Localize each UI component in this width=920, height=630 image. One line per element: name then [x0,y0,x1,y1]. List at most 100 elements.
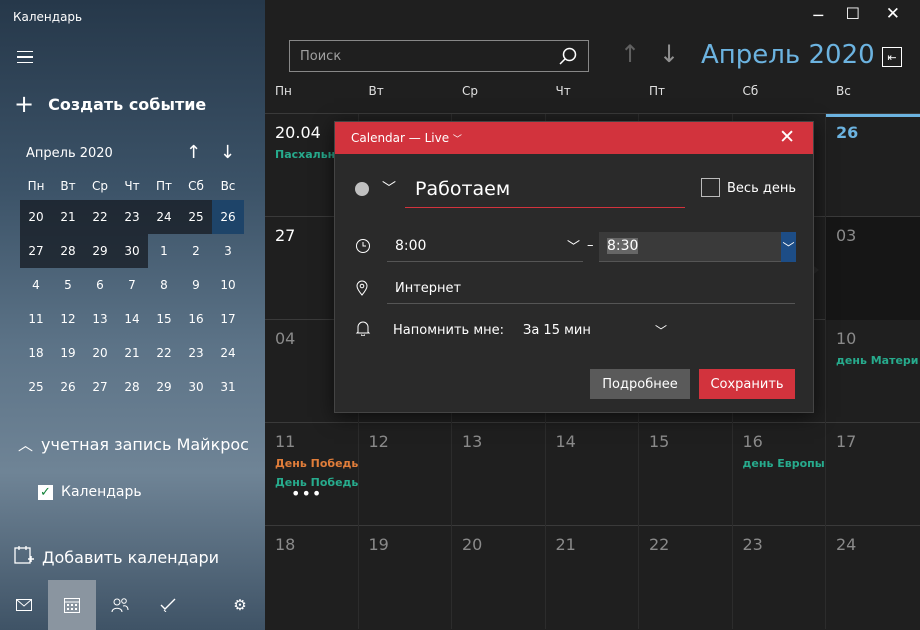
day-cell[interactable]: 26 [826,114,920,217]
chevron-down-icon[interactable]: ﹀ [781,232,796,262]
calendar-toggle[interactable]: ✓ Календарь [38,484,142,500]
day-cell[interactable]: 23 [733,526,826,629]
chevron-down-icon[interactable]: ﹀ [567,236,580,255]
day-cell[interactable]: 12 [359,423,452,526]
day-cell[interactable]: 16 день Европы [733,423,826,526]
mini-calendar-day[interactable]: 12 [52,302,84,336]
day-cell[interactable]: 15 [639,423,733,526]
todo-icon[interactable] [144,580,192,630]
mini-calendar-day[interactable]: 21 [52,200,84,234]
mini-calendar-day[interactable]: 25 [20,370,52,404]
search-icon[interactable] [558,46,578,71]
account-section-header[interactable]: ︿ учетная запись Майкрософт [18,434,248,455]
day-cell[interactable]: 18 [265,526,359,629]
mini-calendar-day[interactable]: 31 [212,370,244,404]
mini-calendar-day[interactable]: 26 [212,200,244,234]
month-title[interactable]: Апрель 2020 [701,40,875,70]
day-cell[interactable]: 13 [452,423,546,526]
mini-calendar-day[interactable]: 28 [52,234,84,268]
mini-calendar-day[interactable]: 18 [20,336,52,370]
mini-calendar-day[interactable]: 17 [212,302,244,336]
mini-calendar-day[interactable]: 23 [180,336,212,370]
mini-calendar-prev-arrow-up-icon[interactable]: ↑ [186,142,201,163]
mini-calendar-day[interactable]: 5 [52,268,84,302]
mini-calendar-day[interactable]: 7 [116,268,148,302]
mini-calendar-title[interactable]: Апрель 2020 [26,146,113,161]
all-day-checkbox[interactable] [701,178,720,197]
people-icon[interactable] [96,580,144,630]
mini-calendar-day[interactable]: 27 [20,234,52,268]
mini-calendar-day[interactable]: 11 [20,302,52,336]
event-item[interactable]: день Матери [836,354,920,367]
day-cell[interactable]: 17 [826,423,920,526]
chevron-down-icon[interactable]: ﹀ [655,322,667,339]
next-month-arrow-down-icon[interactable]: ↓ [659,40,679,68]
checkbox-icon[interactable]: ✓ [38,484,53,500]
event-item[interactable]: день Европы [743,457,826,470]
reminder-select[interactable]: За 15 мин [523,323,591,338]
today-icon[interactable]: ⇤ [882,47,902,67]
search-input[interactable]: Поиск [289,40,589,72]
mini-calendar-day[interactable]: 2 [180,234,212,268]
mini-calendar-day[interactable]: 27 [84,370,116,404]
mini-calendar-day[interactable]: 9 [180,268,212,302]
popup-header[interactable]: Calendar — Live ﹀ ✕ [335,122,813,154]
mini-calendar-day[interactable]: 16 [180,302,212,336]
start-time-select[interactable]: 8:00 [387,232,583,262]
mini-calendar-day[interactable]: 24 [148,200,180,234]
close-icon[interactable]: ✕ [779,126,795,148]
event-title-input[interactable]: Работаем [405,172,685,208]
day-cell[interactable]: 11 День Победы День Победы ••• [265,423,359,526]
close-window-button[interactable]: ✕ [886,4,900,24]
mini-calendar-day[interactable]: 21 [116,336,148,370]
mini-calendar-day[interactable]: 15 [148,302,180,336]
mini-calendar-day[interactable]: 20 [20,200,52,234]
mini-calendar-day[interactable]: 14 [116,302,148,336]
mini-calendar-day[interactable]: 26 [52,370,84,404]
circle-icon[interactable] [355,182,369,196]
mini-calendar-day[interactable]: 19 [52,336,84,370]
mini-calendar-day[interactable]: 13 [84,302,116,336]
day-cell[interactable]: 24 [826,526,920,629]
mini-calendar-day[interactable]: 8 [148,268,180,302]
event-item[interactable]: День Победы [275,457,358,470]
day-cell[interactable]: 22 [639,526,733,629]
end-time-select[interactable]: 8:30 [599,232,795,262]
mini-calendar-day[interactable]: 29 [148,370,180,404]
mini-calendar-day[interactable]: 30 [116,234,148,268]
location-input[interactable]: Интернет [387,274,795,304]
mini-calendar-day[interactable]: 20 [84,336,116,370]
mini-calendar-day[interactable]: 6 [84,268,116,302]
maximize-button[interactable]: ☐ [846,4,860,23]
day-cell[interactable]: 19 [359,526,452,629]
add-calendars-button[interactable]: Добавить календари [14,545,219,569]
minimize-button[interactable]: ─ [813,6,823,25]
mini-calendar-day[interactable]: 4 [20,268,52,302]
mini-calendar-next-arrow-down-icon[interactable]: ↓ [220,142,235,163]
calendar-icon[interactable] [48,580,96,630]
mini-calendar-day[interactable]: 22 [84,200,116,234]
save-button[interactable]: Сохранить [699,369,795,399]
mini-calendar-day[interactable]: 28 [116,370,148,404]
more-details-button[interactable]: Подробнее [590,369,690,399]
mini-calendar-day[interactable]: 3 [212,234,244,268]
mail-icon[interactable] [0,580,48,630]
chevron-down-icon[interactable]: ﹀ [382,178,396,198]
day-cell[interactable]: 20 [452,526,546,629]
more-events-indicator[interactable]: ••• [275,486,358,502]
day-cell[interactable]: 10 день Матери [826,320,920,423]
mini-calendar-day[interactable]: 22 [148,336,180,370]
day-cell[interactable]: 21 [546,526,639,629]
new-event-button[interactable]: + Создать событие [14,92,206,116]
mini-calendar-day[interactable]: 1 [148,234,180,268]
mini-calendar-day[interactable]: 10 [212,268,244,302]
day-cell[interactable]: 03 [826,217,920,320]
settings-icon[interactable]: ⚙ [216,580,264,630]
hamburger-icon[interactable] [8,42,42,72]
mini-calendar-day[interactable]: 24 [212,336,244,370]
previous-month-arrow-up-icon[interactable]: ↑ [620,40,640,68]
mini-calendar-day[interactable]: 23 [116,200,148,234]
calendar-selector[interactable]: Calendar — Live ﹀ [351,131,462,145]
day-cell[interactable]: 14 [546,423,639,526]
mini-calendar-day[interactable]: 30 [180,370,212,404]
